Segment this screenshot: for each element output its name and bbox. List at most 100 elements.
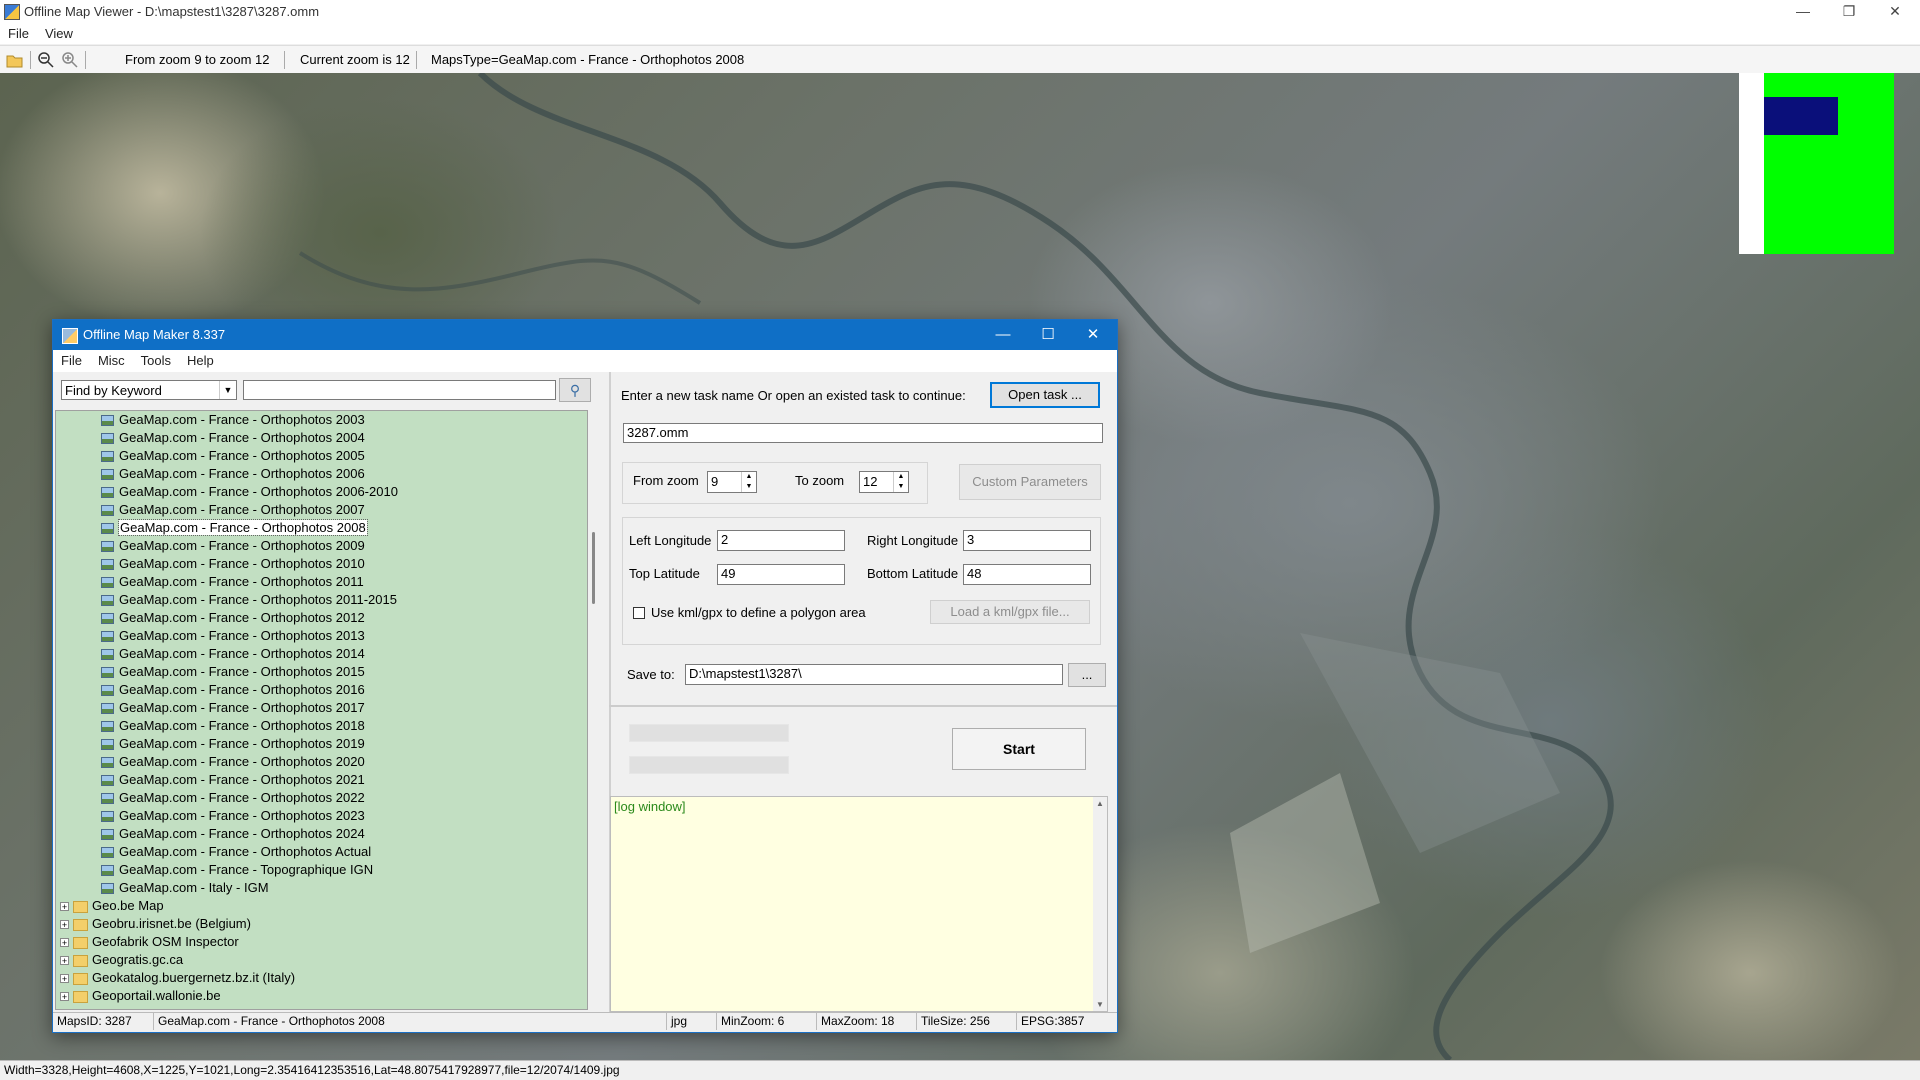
tree-item[interactable]: GeaMap.com - France - Orthophotos 2019	[101, 735, 365, 753]
map-source-tree[interactable]: GeaMap.com - France - Orthophotos 2003 Ge…	[55, 410, 588, 1010]
tree-item[interactable]: GeaMap.com - France - Orthophotos 2005	[101, 447, 365, 465]
tree-folder[interactable]: + Geogratis.gc.ca	[60, 951, 183, 969]
dialog-maximize-icon[interactable]: ☐	[1026, 320, 1070, 350]
left-longitude-input[interactable]: 2	[717, 530, 845, 551]
tree-scrollbar[interactable]	[590, 408, 598, 1008]
dialog-app-icon	[62, 328, 78, 344]
menu-view[interactable]: View	[37, 24, 81, 44]
zoom-range-text: From zoom 9 to zoom 12	[125, 52, 270, 67]
chevron-down-icon[interactable]: ▼	[219, 381, 236, 399]
toolbar-separator	[85, 51, 86, 69]
separator-line	[609, 705, 1117, 707]
tree-item[interactable]: GeaMap.com - France - Orthophotos 2024	[101, 825, 365, 843]
progress-bar-total	[629, 724, 789, 742]
load-kml-button[interactable]: Load a kml/gpx file...	[930, 600, 1090, 624]
to-zoom-label: To zoom	[795, 473, 845, 488]
tree-item[interactable]: GeaMap.com - France - Orthophotos Actual	[101, 843, 371, 861]
overview-minimap[interactable]	[1739, 73, 1894, 254]
tree-item[interactable]: GeaMap.com - France - Orthophotos 2017	[101, 699, 365, 717]
tree-scrollbar-thumb[interactable]	[592, 532, 595, 604]
tree-item[interactable]: GeaMap.com - France - Orthophotos 2018	[101, 717, 365, 735]
expand-icon[interactable]: +	[60, 938, 69, 948]
tree-item[interactable]: GeaMap.com - France - Orthophotos 2023	[101, 807, 365, 825]
expand-icon[interactable]: +	[60, 992, 69, 1002]
dialog-menu-tools[interactable]: Tools	[133, 350, 179, 372]
map-layer-icon	[101, 757, 114, 769]
tree-item[interactable]: GeaMap.com - France - Orthophotos 2012	[101, 609, 365, 627]
tree-item[interactable]: GeaMap.com - France - Orthophotos 2006-2…	[101, 483, 398, 501]
open-task-button[interactable]: Open task ...	[990, 382, 1100, 408]
save-path-input[interactable]: D:\mapstest1\3287\	[685, 664, 1063, 685]
tree-folder[interactable]: + Geoportail.wallonie.be	[60, 987, 221, 1005]
map-layer-icon	[101, 883, 114, 895]
top-latitude-input[interactable]: 49	[717, 564, 845, 585]
kml-checkbox[interactable]	[633, 607, 645, 619]
scroll-up-icon[interactable]: ▲	[1093, 799, 1107, 808]
tree-item[interactable]: GeaMap.com - France - Orthophotos 2022	[101, 789, 365, 807]
map-layer-icon	[101, 595, 114, 607]
tree-item[interactable]: GeaMap.com - France - Orthophotos 2016	[101, 681, 365, 699]
search-input[interactable]	[243, 380, 556, 400]
zoom-out-icon[interactable]	[37, 51, 55, 69]
stepper-arrows-icon[interactable]: ▲ ▼	[741, 472, 756, 492]
menu-file[interactable]: File	[0, 24, 37, 44]
dialog-titlebar[interactable]: Offline Map Maker 8.337 — ☐ ✕	[53, 320, 1117, 350]
tree-folder[interactable]: + Geofabrik OSM Inspector	[60, 933, 239, 951]
tree-item[interactable]: GeaMap.com - France - Orthophotos 2008	[101, 519, 368, 537]
tree-item[interactable]: GeaMap.com - France - Orthophotos 2015	[101, 663, 365, 681]
tree-folder[interactable]: + Geobru.irisnet.be (Belgium)	[60, 915, 251, 933]
minimize-icon[interactable]: —	[1780, 0, 1826, 24]
tree-item[interactable]: GeaMap.com - France - Orthophotos 2003	[101, 411, 365, 429]
tree-item[interactable]: GeaMap.com - France - Orthophotos 2004	[101, 429, 365, 447]
tree-item[interactable]: GeaMap.com - France - Orthophotos 2009	[101, 537, 365, 555]
from-zoom-stepper[interactable]: 9 ▲ ▼	[707, 471, 757, 493]
overview-viewport[interactable]	[1764, 97, 1838, 135]
dialog-menu-misc[interactable]: Misc	[90, 350, 133, 372]
tree-item[interactable]: GeaMap.com - France - Orthophotos 2021	[101, 771, 365, 789]
tree-folder[interactable]: + Geo.be Map	[60, 897, 164, 915]
tree-item-label: GeaMap.com - France - Orthophotos 2008	[118, 519, 368, 536]
dialog-menu-help[interactable]: Help	[179, 350, 222, 372]
tree-item-label: GeaMap.com - France - Orthophotos 2007	[119, 502, 365, 517]
tree-item[interactable]: GeaMap.com - France - Topographique IGN	[101, 861, 373, 879]
dialog-menu-file[interactable]: File	[53, 350, 90, 372]
dialog-minimize-icon[interactable]: —	[981, 320, 1025, 350]
expand-icon[interactable]: +	[60, 974, 69, 984]
stepper-arrows-icon[interactable]: ▲ ▼	[893, 472, 908, 492]
task-name-input[interactable]: 3287.omm	[623, 423, 1103, 443]
zoom-in-icon[interactable]	[61, 51, 79, 69]
tree-item[interactable]: GeaMap.com - France - Orthophotos 2010	[101, 555, 365, 573]
map-layer-icon	[101, 487, 114, 499]
tree-item[interactable]: GeaMap.com - Italy - IGM	[101, 879, 269, 897]
custom-parameters-button[interactable]: Custom Parameters	[959, 464, 1101, 500]
tree-item[interactable]: GeaMap.com - France - Orthophotos 2014	[101, 645, 365, 663]
expand-icon[interactable]: +	[60, 920, 69, 930]
bottom-latitude-input[interactable]: 48	[963, 564, 1091, 585]
map-layer-icon	[101, 613, 114, 625]
dialog-status-bar: MapsID: 3287 GeaMap.com - France - Ortho…	[53, 1012, 1117, 1031]
tree-folder[interactable]: + Geokatalog.buergernetz.bz.it (Italy)	[60, 969, 295, 987]
dialog-close-icon[interactable]: ✕	[1071, 320, 1115, 350]
search-button[interactable]: ⚲	[559, 378, 591, 402]
tree-folder-label: Geokatalog.buergernetz.bz.it (Italy)	[92, 970, 296, 985]
tree-item[interactable]: GeaMap.com - France - Orthophotos 2011-2…	[101, 591, 397, 609]
tree-item[interactable]: GeaMap.com - France - Orthophotos 2020	[101, 753, 365, 771]
log-window[interactable]: [log window] ▲ ▼	[610, 796, 1108, 1012]
log-scrollbar[interactable]: ▲ ▼	[1093, 797, 1107, 1011]
open-folder-icon[interactable]	[6, 51, 24, 69]
to-zoom-stepper[interactable]: 12 ▲ ▼	[859, 471, 909, 493]
tree-item[interactable]: GeaMap.com - France - Orthophotos 2013	[101, 627, 365, 645]
right-longitude-input[interactable]: 3	[963, 530, 1091, 551]
tree-item[interactable]: GeaMap.com - France - Orthophotos 2006	[101, 465, 365, 483]
expand-icon[interactable]: +	[60, 956, 69, 966]
browse-button[interactable]: ...	[1068, 663, 1106, 687]
tree-item[interactable]: GeaMap.com - France - Orthophotos 2011	[101, 573, 364, 591]
restore-icon[interactable]: ❐	[1826, 0, 1872, 24]
expand-icon[interactable]: +	[60, 902, 69, 912]
tree-item[interactable]: GeaMap.com - France - Orthophotos 2007	[101, 501, 365, 519]
tree-item-label: GeaMap.com - France - Orthophotos 2018	[119, 718, 365, 733]
search-mode-select[interactable]: Find by Keyword ▼	[61, 380, 237, 400]
close-icon[interactable]: ✕	[1872, 0, 1918, 24]
start-button[interactable]: Start	[952, 728, 1086, 770]
scroll-down-icon[interactable]: ▼	[1093, 1000, 1107, 1009]
